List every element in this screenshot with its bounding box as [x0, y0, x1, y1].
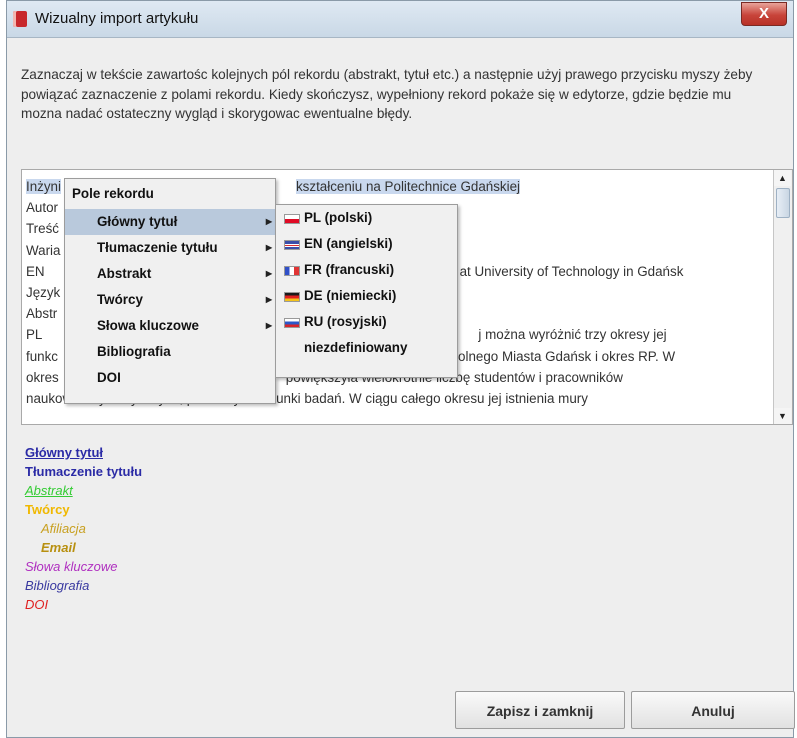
selected-text: Inżyni — [26, 179, 61, 194]
legend-email: Email — [41, 540, 76, 555]
legend-affiliation: Afiliacja — [41, 521, 86, 536]
scroll-down-icon[interactable]: ▼ — [774, 408, 791, 424]
legend-abstract[interactable]: Abstrakt — [25, 481, 142, 500]
scroll-up-icon[interactable]: ▲ — [774, 170, 791, 186]
context-menu-header: Pole rekordu — [72, 186, 154, 201]
window-title: Wizualny import artykułu — [35, 10, 199, 27]
legend-bibliography: Bibliografia — [25, 578, 90, 593]
save-and-close-button[interactable]: Zapisz i zamknij — [455, 691, 625, 729]
legend-title-translation: Tłumaczenie tytułu — [25, 464, 143, 479]
field-legend: Główny tytuł Tłumaczenie tytułu Abstrakt… — [25, 443, 142, 614]
submenu-item-ru[interactable]: RU (rosyjski) — [276, 309, 457, 335]
submenu-item-de[interactable]: DE (niemiecki) — [276, 283, 457, 309]
legend-doi: DOI — [25, 597, 49, 612]
app-icon — [13, 11, 27, 27]
close-button[interactable]: X — [741, 2, 787, 26]
submenu-item-undefined[interactable]: niezdefiniowany — [276, 335, 457, 361]
instructions-text: Zaznaczaj w tekście zawartośc kolejnych … — [21, 67, 753, 121]
flag-ru-icon — [284, 318, 300, 328]
title-bar: Wizualny import artykułu X — [7, 1, 793, 38]
flag-en-icon — [284, 240, 300, 250]
submenu-item-pl[interactable]: PL (polski) — [276, 205, 457, 231]
menu-item-main-title[interactable]: Główny tytuł ▶ — [65, 209, 275, 235]
selected-text: kształceniu na Politechnice Gdańskiej — [295, 179, 521, 194]
submenu-item-fr[interactable]: FR (francuski) — [276, 257, 457, 283]
submenu-arrow-icon: ▶ — [265, 243, 272, 252]
menu-item-doi[interactable]: DOI — [65, 365, 275, 391]
submenu-arrow-icon: ▶ — [265, 295, 272, 304]
legend-creators: Twórcy — [25, 502, 70, 517]
scroll-thumb[interactable] — [776, 188, 790, 218]
submenu-arrow-icon: ▶ — [265, 321, 272, 330]
legend-keywords: Słowa kluczowe — [25, 559, 118, 574]
menu-item-abstract[interactable]: Abstrakt ▶ — [65, 261, 275, 287]
menu-item-keywords[interactable]: Słowa kluczowe ▶ — [65, 313, 275, 339]
flag-de-icon — [284, 292, 300, 302]
legend-main-title[interactable]: Główny tytuł — [25, 443, 142, 462]
cancel-button[interactable]: Anuluj — [631, 691, 795, 729]
language-submenu: PL (polski) EN (angielski) FR (francuski… — [275, 204, 458, 378]
flag-pl-icon — [284, 214, 300, 224]
menu-item-bibliography[interactable]: Bibliografia — [65, 339, 275, 365]
menu-item-title-translation[interactable]: Tłumaczenie tytułu ▶ — [65, 235, 275, 261]
flag-fr-icon — [284, 266, 300, 276]
menu-item-creators[interactable]: Twórcy ▶ — [65, 287, 275, 313]
submenu-arrow-icon: ▶ — [265, 217, 272, 226]
context-menu: Pole rekordu Główny tytuł ▶ Tłumaczenie t… — [64, 178, 276, 404]
submenu-item-en[interactable]: EN (angielski) — [276, 231, 457, 257]
vertical-scrollbar[interactable]: ▲ ▼ — [773, 170, 792, 424]
submenu-arrow-icon: ▶ — [265, 269, 272, 278]
